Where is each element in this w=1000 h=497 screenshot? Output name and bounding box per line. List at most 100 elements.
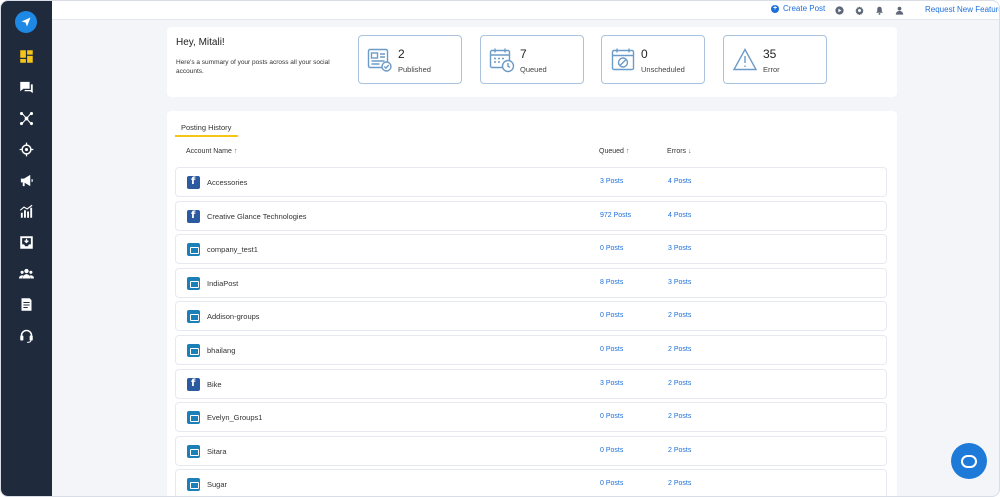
error-posts-link[interactable]: 4 Posts: [668, 178, 691, 185]
account-name[interactable]: Creative Glance Technologies: [207, 212, 307, 221]
table-row[interactable]: Accessories 3 Posts 4 Posts: [175, 167, 887, 197]
queued-posts-link[interactable]: 3 Posts: [600, 380, 623, 387]
queued-posts-link[interactable]: 0 Posts: [600, 413, 623, 420]
stat-unscheduled[interactable]: 0 Unscheduled: [601, 35, 705, 84]
table-row[interactable]: company_test1 0 Posts 3 Posts: [175, 234, 887, 265]
tab-posting-history[interactable]: Posting History: [175, 123, 238, 137]
plus-icon: +: [771, 4, 779, 13]
sort-arrow-icon: ↓: [688, 148, 692, 155]
facebook-icon: [187, 377, 200, 391]
column-queued[interactable]: Queued ↑: [599, 148, 629, 155]
error-posts-link[interactable]: 3 Posts: [668, 245, 691, 252]
company-page-icon: [187, 478, 200, 492]
stat-queued-value: 7: [520, 47, 527, 61]
top-bar: + Create Post Request New Feature: [52, 1, 999, 20]
queued-posts-link[interactable]: 0 Posts: [600, 312, 623, 319]
queued-posts-link[interactable]: 0 Posts: [600, 245, 623, 252]
facebook-icon: [187, 209, 200, 223]
queued-icon: [489, 47, 515, 73]
error-posts-link[interactable]: 3 Posts: [668, 279, 691, 286]
table-row[interactable]: bhailang 0 Posts 2 Posts: [175, 335, 887, 365]
account-name[interactable]: Sugar: [207, 480, 227, 489]
app-logo-icon[interactable]: [15, 11, 37, 33]
app-window: + Create Post Request New Feature Hey, M…: [0, 0, 1000, 497]
published-icon: [367, 47, 393, 73]
notification-bell-icon[interactable]: [874, 5, 884, 15]
sort-arrow-icon: ↑: [233, 148, 238, 155]
greeting-subtitle: Here's a summary of your posts across al…: [176, 59, 330, 75]
sort-arrow-icon: ↑: [625, 148, 630, 155]
account-name[interactable]: Accessories: [207, 178, 247, 187]
column-account-name-label: Account Name: [186, 148, 232, 155]
column-errors-label: Errors: [667, 148, 687, 155]
account-name[interactable]: Evelyn_Groups1: [207, 413, 262, 422]
company-page-icon: [187, 411, 200, 425]
gear-icon[interactable]: [854, 5, 864, 15]
error-icon: [732, 47, 758, 73]
queued-posts-link[interactable]: 3 Posts: [600, 178, 623, 185]
table-row[interactable]: Creative Glance Technologies 972 Posts 4 P…: [175, 200, 887, 231]
request-new-feature-link[interactable]: Request New Feature: [925, 5, 999, 14]
table-row[interactable]: IndiaPost 8 Posts 3 Posts: [175, 267, 887, 298]
column-account-name[interactable]: Account Name ↑: [186, 148, 237, 155]
target-icon[interactable]: [14, 137, 38, 161]
table-row[interactable]: Addison-groups 0 Posts 2 Posts: [175, 301, 887, 332]
company-page-icon: [187, 310, 200, 324]
error-posts-link[interactable]: 2 Posts: [668, 346, 691, 353]
company-page-icon: [187, 444, 200, 458]
stat-queued-label: Queued: [520, 65, 547, 74]
error-posts-link[interactable]: 2 Posts: [668, 413, 691, 420]
dashboard-icon[interactable]: [14, 44, 38, 68]
support-icon[interactable]: [14, 323, 38, 347]
queued-posts-link[interactable]: 972 Posts: [600, 212, 631, 219]
analytics-icon[interactable]: [14, 199, 38, 223]
account-name[interactable]: Sitara: [207, 447, 227, 456]
team-icon[interactable]: [14, 261, 38, 285]
stat-published-value: 2: [398, 47, 405, 61]
stat-published[interactable]: 2 Published: [358, 35, 462, 84]
queued-posts-link[interactable]: 0 Posts: [600, 480, 623, 487]
account-name[interactable]: bhailang: [207, 346, 235, 355]
table-row[interactable]: Bike 3 Posts 2 Posts: [175, 368, 887, 399]
greeting-heading: Hey, Mitali!: [176, 37, 225, 48]
error-posts-link[interactable]: 2 Posts: [668, 380, 691, 387]
queued-posts-link[interactable]: 8 Posts: [600, 279, 623, 286]
company-page-icon: [187, 344, 200, 357]
account-name[interactable]: company_test1: [207, 245, 258, 254]
stat-error-value: 35: [763, 47, 777, 61]
table-row[interactable]: Sitara 0 Posts 2 Posts: [175, 435, 887, 466]
table-row[interactable]: Evelyn_Groups1 0 Posts 2 Posts: [175, 402, 887, 433]
account-name[interactable]: Addison-groups: [207, 312, 260, 321]
column-errors[interactable]: Errors ↓: [667, 148, 692, 155]
document-icon[interactable]: [14, 292, 38, 316]
messages-icon[interactable]: [14, 75, 38, 99]
error-posts-link[interactable]: 2 Posts: [668, 312, 691, 319]
queued-posts-link[interactable]: 0 Posts: [600, 447, 623, 454]
table-row[interactable]: Sugar 0 Posts 2 Posts: [175, 469, 887, 496]
stat-error[interactable]: 35 Error: [723, 35, 827, 84]
megaphone-icon[interactable]: [14, 168, 38, 192]
error-posts-link[interactable]: 2 Posts: [668, 447, 691, 454]
error-posts-link[interactable]: 4 Posts: [668, 212, 691, 219]
stat-published-label: Published: [398, 65, 431, 74]
network-icon[interactable]: [14, 106, 38, 130]
queued-posts-link[interactable]: 0 Posts: [600, 346, 623, 353]
stat-error-label: Error: [763, 65, 780, 74]
chat-bubble-icon: [961, 454, 977, 468]
stat-queued[interactable]: 7 Queued: [480, 35, 584, 84]
sidebar: [1, 1, 52, 496]
inbox-icon[interactable]: [14, 230, 38, 254]
company-page-icon: [187, 276, 200, 290]
summary-card: Hey, Mitali! Here's a summary of your po…: [167, 27, 897, 97]
column-queued-label: Queued: [599, 148, 624, 155]
create-post-button[interactable]: + Create Post: [771, 4, 825, 13]
play-icon[interactable]: [834, 5, 844, 15]
chat-support-button[interactable]: [951, 443, 987, 479]
user-profile-icon[interactable]: [894, 5, 904, 15]
error-posts-link[interactable]: 2 Posts: [668, 480, 691, 487]
company-page-icon: [187, 243, 200, 257]
stat-unscheduled-label: Unscheduled: [641, 65, 685, 74]
create-post-label: Create Post: [783, 4, 826, 13]
account-name[interactable]: Bike: [207, 380, 222, 389]
account-name[interactable]: IndiaPost: [207, 279, 238, 288]
